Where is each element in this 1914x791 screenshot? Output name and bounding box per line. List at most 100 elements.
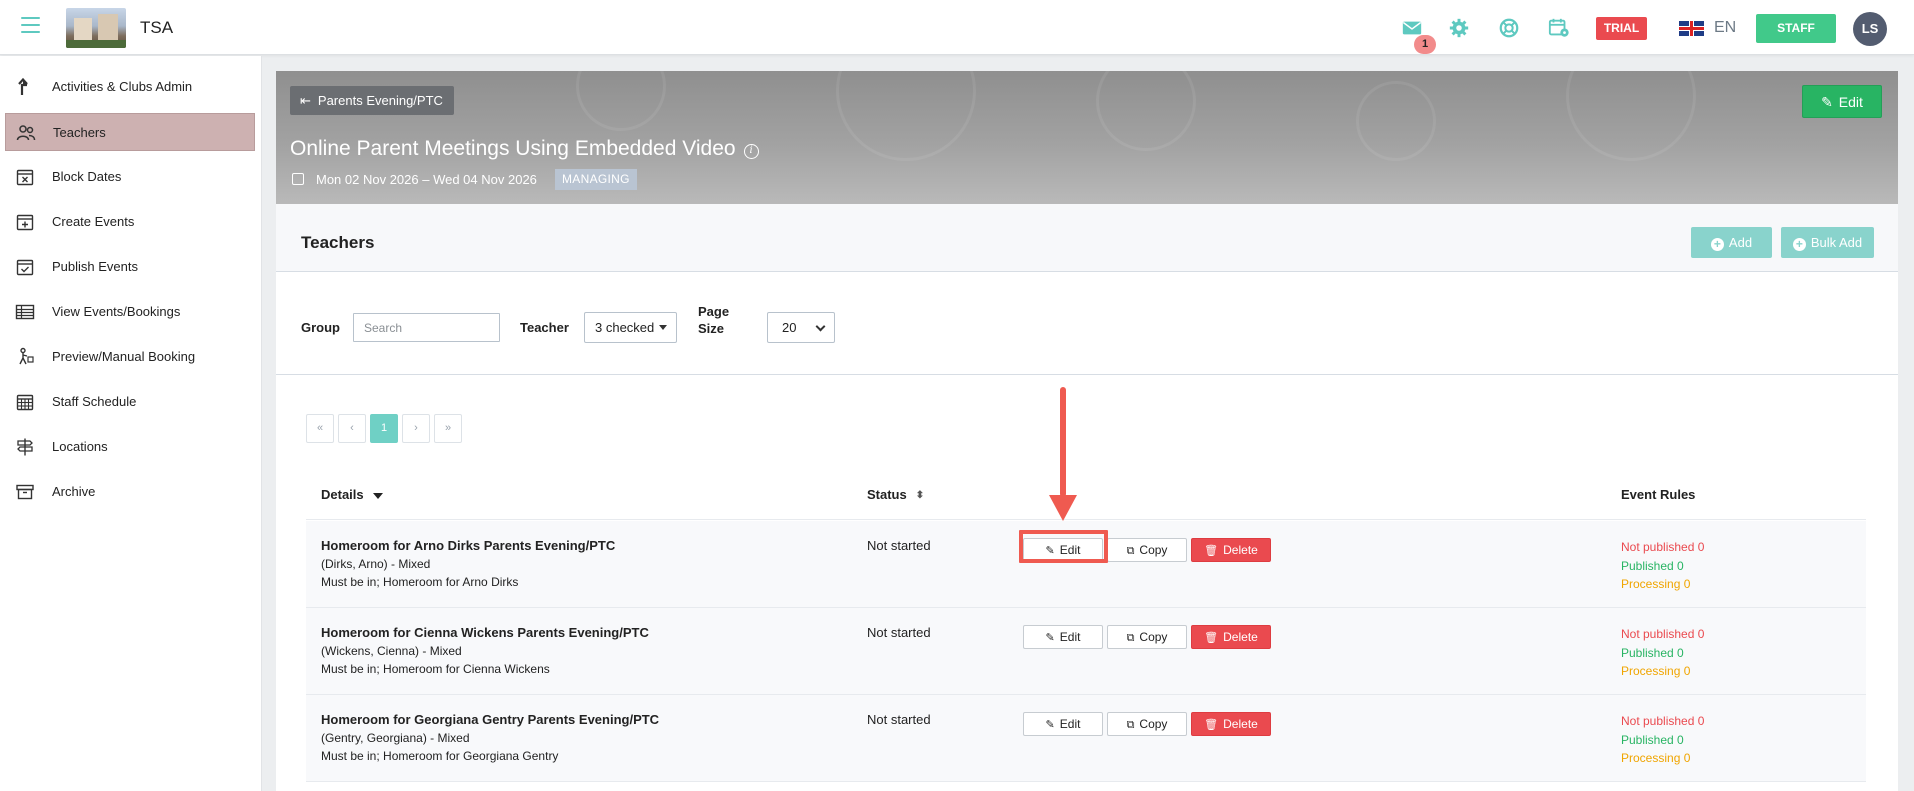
row-status: Not started [867,538,931,553]
sidebar-item-label: Locations [52,439,108,454]
processing-count: Processing 0 [1621,751,1691,765]
arrow-left-bar-icon: ⇤ [300,93,311,108]
user-avatar[interactable]: LS [1853,12,1887,46]
edit-button[interactable]: ✎ Edit [1023,625,1103,649]
edit-button-label: Edit [1059,630,1081,644]
trial-badge: TRIAL [1596,17,1647,40]
teacher-filter-label: Teacher [520,320,569,335]
sidebar-item-activities-clubs-admin[interactable]: Activities & Clubs Admin [5,68,255,106]
sidebar-item-preview-manual-booking[interactable]: Preview/Manual Booking [5,338,255,376]
processing-count: Processing 0 [1621,664,1691,678]
page-size-select[interactable]: 20 [767,312,835,343]
sidebar-item-create-events[interactable]: Create Events [5,203,255,241]
chevron-down-icon [815,321,826,332]
copy-button[interactable]: ⧉ Copy [1107,625,1187,649]
row-rule: Must be in; Homeroom for Cienna Wickens [321,662,550,676]
group-search-input[interactable] [353,313,500,342]
row-status: Not started [867,712,931,727]
edit-button[interactable]: ✎ Edit [1023,712,1103,736]
calendar-settings-icon[interactable] [1548,17,1570,39]
plus-circle-icon: + [1792,238,1806,251]
sidebar-item-label: Block Dates [52,169,122,184]
edit-button[interactable]: ✎ Edit [1023,538,1103,562]
back-to-parents-evening-button[interactable]: ⇤ Parents Evening/PTC [290,86,454,115]
published-count: Published 0 [1621,558,1684,573]
copy-button[interactable]: ⧉ Copy [1107,538,1187,562]
person-walk-icon [15,347,35,367]
status-column-header[interactable]: Status ⬍ [867,487,924,502]
prev-page-button[interactable]: ‹ [338,414,366,443]
annotation-arrow-shaft [1060,387,1066,497]
not-published-count: Not published 0 [1621,714,1705,728]
event-rules-column-header: Event Rules [1621,487,1696,502]
delete-button[interactable]: 🗑︎ Delete [1191,625,1271,649]
copy-button[interactable]: ⧉ Copy [1107,712,1187,736]
archive-box-icon [15,482,35,502]
last-page-button[interactable]: » [434,414,462,443]
page-size-label-line1: Page [698,304,730,319]
calendar-icon [292,173,304,185]
arrow-up-turn-icon [15,77,35,97]
delete-button[interactable]: 🗑︎ Delete [1191,538,1271,562]
sidebar-item-staff-schedule[interactable]: Staff Schedule [5,383,255,421]
row-teacher: (Wickens, Cienna) - Mixed [321,644,462,658]
top-bar: TSA 1 TRIAL EN STAFF LS [0,0,1914,55]
sidebar-item-label: Activities & Clubs Admin [52,79,193,94]
event-dates: Mon 02 Nov 2026 – Wed 04 Nov 2026 [292,172,537,187]
next-page-button[interactable]: › [402,414,430,443]
processing-count: Processing 0 [1621,577,1691,591]
trash-icon: 🗑︎ [1204,719,1219,731]
add-button[interactable]: + Add [1691,227,1772,258]
sidebar-item-block-dates[interactable]: Block Dates [5,158,255,196]
row-teacher: (Gentry, Georgiana) - Mixed [321,731,470,745]
row-rule: Must be in; Homeroom for Georgiana Gentr… [321,749,559,763]
people-icon [16,123,36,143]
copy-icon: ⧉ [1126,719,1135,731]
sidebar-item-publish-events[interactable]: Publish Events [5,248,255,286]
first-page-button[interactable]: « [306,414,334,443]
sidebar-item-archive[interactable]: Archive [5,473,255,511]
edit-button-label: Edit [1059,543,1081,557]
sort-both-icon: ⬍ [915,490,925,501]
published-count: Published 0 [1621,732,1684,747]
table-header: Details Status ⬍ Event Rules [306,466,1866,520]
published-count: Published 0 [1621,645,1684,660]
lifebuoy-icon[interactable] [1498,17,1520,39]
event-dates-text: Mon 02 Nov 2026 – Wed 04 Nov 2026 [316,172,537,187]
edit-event-button[interactable]: ✎ Edit [1802,85,1882,118]
uk-flag-icon[interactable] [1679,21,1704,36]
sidebar-item-view-events-bookings[interactable]: View Events/Bookings [5,293,255,331]
not-published-count: Not published 0 [1621,627,1705,641]
sort-desc-icon [372,493,383,499]
caret-down-icon [659,325,668,330]
event-rules: Not published 0 Published 0 Processing 0 [1621,538,1704,594]
current-page-button[interactable]: 1 [370,414,398,443]
table-row: Homeroom for Cienna Wickens Parents Even… [306,608,1866,695]
calendar-grid-icon [15,392,35,412]
copy-button-label: Copy [1139,630,1168,644]
page-size-value: 20 [782,320,797,335]
delete-button[interactable]: 🗑︎ Delete [1191,712,1271,736]
info-icon[interactable]: i [743,144,759,159]
bulk-add-button[interactable]: + Bulk Add [1781,227,1874,258]
edit-square-icon: ✎ [1045,632,1055,644]
language-selector[interactable]: EN [1714,19,1736,37]
edit-square-icon: ✎ [1045,719,1055,731]
sidebar-item-label: Publish Events [52,259,138,274]
teacher-filter-value: 3 checked [595,320,655,335]
hamburger-menu-icon[interactable] [21,17,40,34]
details-column-header[interactable]: Details [321,487,383,502]
edit-button-label: Edit [1059,717,1081,731]
sidebar-item-teachers[interactable]: Teachers [5,113,255,151]
delete-button-label: Delete [1223,717,1258,731]
event-header-banner: ⇤ Parents Evening/PTC ✎ Edit Online Parent… [276,71,1898,204]
app-title: TSA [140,18,174,37]
school-logo[interactable] [66,8,126,48]
sidebar-item-locations[interactable]: Locations [5,428,255,466]
staff-role-button[interactable]: STAFF [1756,14,1836,43]
calendar-plus-icon [15,212,35,232]
teacher-filter-dropdown[interactable]: 3 checked [584,312,677,343]
sidebar-item-label: Archive [52,484,96,499]
gear-icon[interactable] [1448,17,1470,39]
edit-square-icon: ✎ [1045,545,1055,557]
